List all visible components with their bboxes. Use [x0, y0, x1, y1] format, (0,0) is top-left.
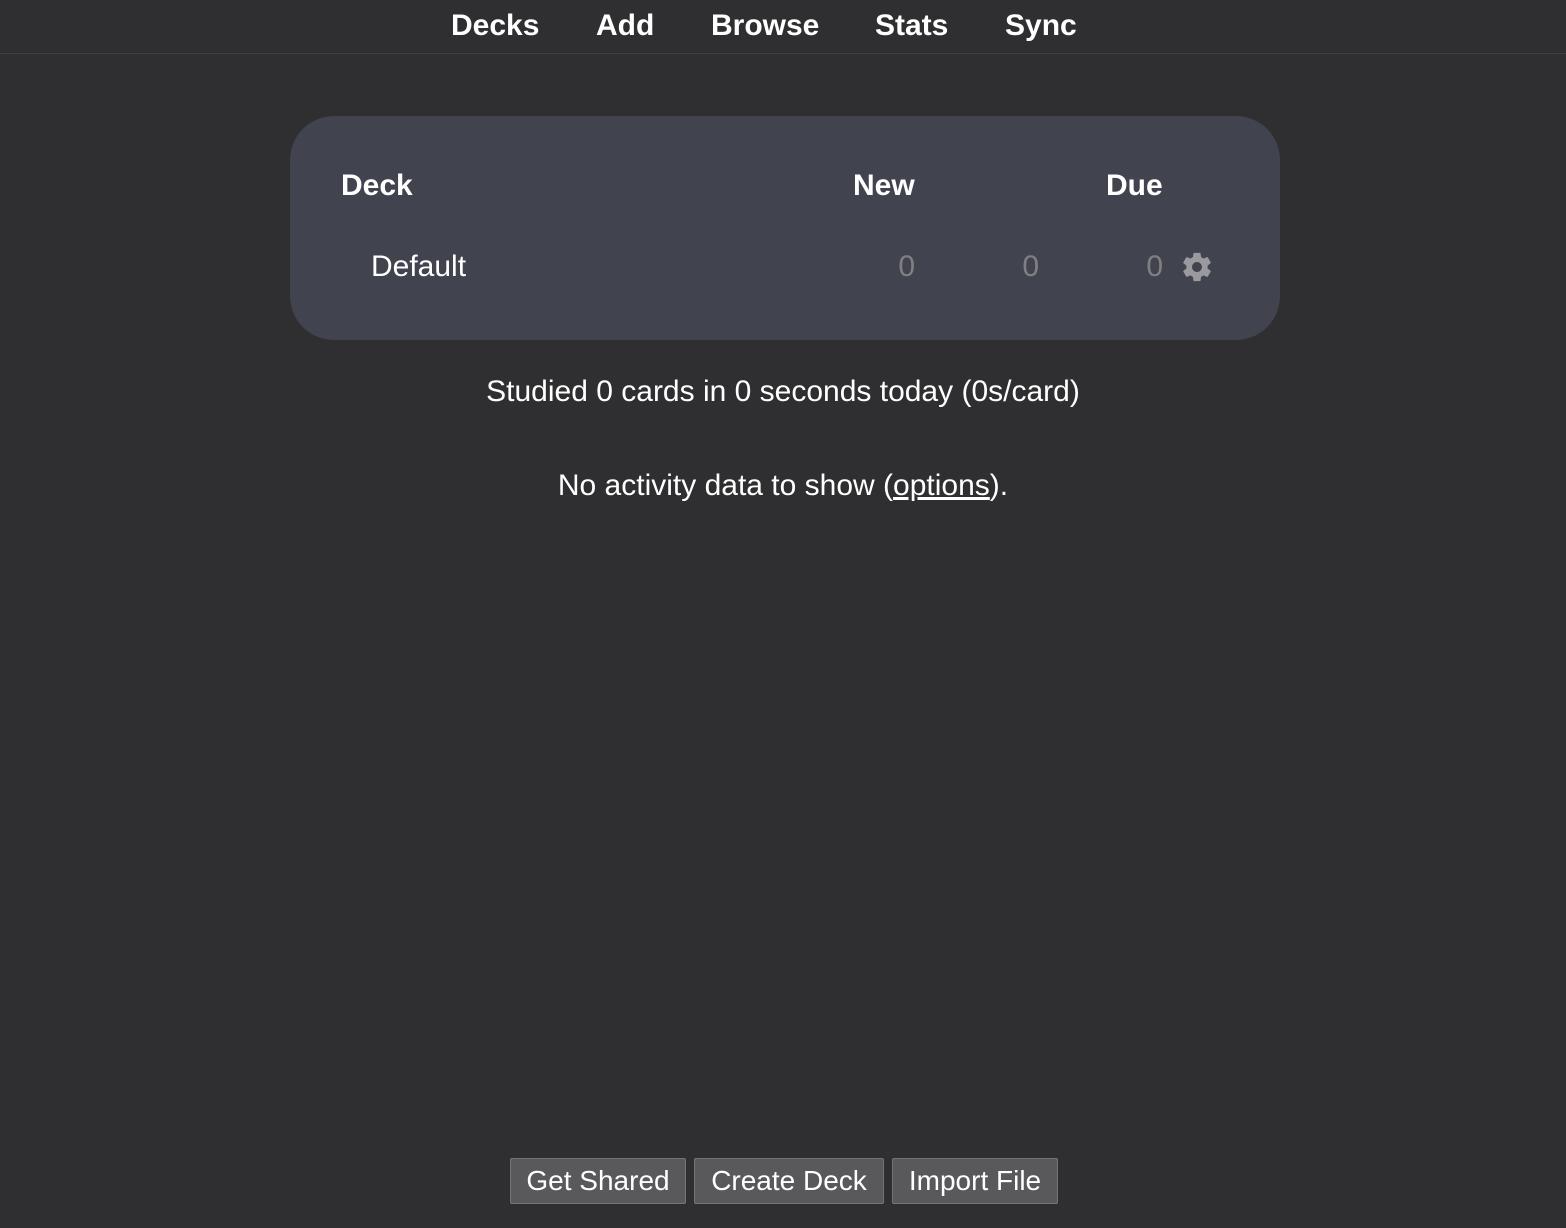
activity-suffix: ).	[989, 469, 1009, 502]
options-link[interactable]: options	[893, 469, 990, 502]
activity-message: No activity data to show (options).	[0, 468, 1566, 504]
learn-count: 0	[1022, 250, 1039, 283]
get-shared-button[interactable]: Get Shared	[510, 1158, 686, 1204]
studied-summary: Studied 0 cards in 0 seconds today (0s/c…	[486, 375, 1080, 408]
deck-name-link[interactable]: Default	[371, 249, 466, 285]
import-file-button[interactable]: Import File	[892, 1158, 1058, 1204]
nav-decks[interactable]: Decks	[451, 8, 539, 44]
new-column-header: New	[853, 169, 915, 202]
deck-list-panel: Deck New Due Default 0 0 0	[290, 116, 1280, 340]
gear-icon[interactable]	[1180, 250, 1214, 284]
deck-column-header: Deck	[341, 169, 413, 202]
due-count: 0	[1146, 250, 1163, 283]
due-column-header: Due	[1106, 169, 1163, 202]
nav-add[interactable]: Add	[596, 8, 654, 44]
top-nav-bar: Decks Add Browse Stats Sync	[0, 0, 1566, 54]
new-count: 0	[898, 250, 915, 283]
nav-sync[interactable]: Sync	[1005, 8, 1077, 44]
nav-stats[interactable]: Stats	[875, 8, 948, 44]
activity-prefix: No activity data to show (	[557, 469, 894, 502]
create-deck-button[interactable]: Create Deck	[694, 1158, 884, 1204]
nav-browse[interactable]: Browse	[711, 8, 819, 44]
